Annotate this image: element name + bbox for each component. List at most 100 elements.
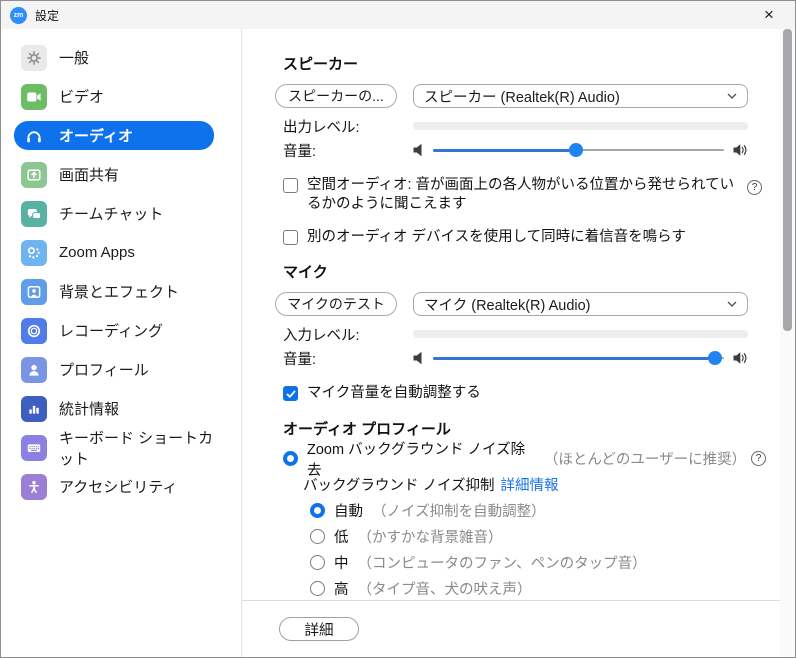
mic-test-button[interactable]: マイクのテスト xyxy=(275,292,397,316)
noise-removal-help-icon[interactable] xyxy=(751,451,766,466)
sidebar-item-general[interactable]: 一般 xyxy=(14,43,214,72)
zoom-apps-icon xyxy=(21,240,47,266)
mic-device-row: マイクのテスト マイク (Realtek(R) Audio) xyxy=(275,292,748,316)
suppression-level-medium: 中 （コンピュータのファン、ペンのタップ音） xyxy=(310,553,766,573)
mic-heading: マイク xyxy=(283,261,766,282)
keyboard-icon xyxy=(21,435,47,461)
video-camera-icon xyxy=(21,84,47,110)
sidebar-item-label: プロフィール xyxy=(59,359,149,380)
speaker-device-dropdown[interactable]: スピーカー (Realtek(R) Audio) xyxy=(413,84,748,108)
mic-device-value: マイク (Realtek(R) Audio) xyxy=(424,294,591,315)
mic-auto-adjust-label: マイク音量を自動調整する xyxy=(307,384,762,403)
footer-bar: 詳細 xyxy=(242,600,780,657)
mic-device-dropdown[interactable]: マイク (Realtek(R) Audio) xyxy=(413,292,748,316)
vertical-scrollbar[interactable] xyxy=(780,29,795,657)
sidebar-item-screen-share[interactable]: 画面共有 xyxy=(14,160,214,189)
sidebar-item-recording[interactable]: レコーディング xyxy=(14,316,214,345)
mic-auto-adjust-checkbox[interactable] xyxy=(283,386,298,401)
sidebar-item-keyboard-shortcuts[interactable]: キーボード ショートカット xyxy=(14,433,214,462)
speaker-device-value: スピーカー (Realtek(R) Audio) xyxy=(424,86,620,107)
sidebar-item-label: 画面共有 xyxy=(59,164,119,185)
mic-auto-adjust-option: マイク音量を自動調整する xyxy=(283,384,762,403)
mic-volume-thumb[interactable] xyxy=(708,351,722,365)
level-low-label: 低 xyxy=(334,526,349,547)
noise-removal-radio[interactable] xyxy=(283,451,298,466)
level-low-radio[interactable] xyxy=(310,529,325,544)
spatial-audio-checkbox[interactable] xyxy=(283,178,298,193)
speaker-volume-thumb[interactable] xyxy=(569,143,583,157)
speaker-loud-icon xyxy=(733,143,748,157)
separate-ringtone-option: 別のオーディオ デバイスを使用して同時に着信音を鳴らす xyxy=(283,228,762,247)
accessibility-icon xyxy=(21,474,47,500)
spatial-audio-help-icon[interactable] xyxy=(747,180,762,195)
noise-suppression-row: バックグラウンド ノイズ抑制 詳細情報 xyxy=(303,475,766,495)
speaker-volume-slider xyxy=(413,142,748,158)
statistics-icon xyxy=(21,396,47,422)
close-icon[interactable]: × xyxy=(752,1,786,29)
level-high-radio[interactable] xyxy=(310,581,325,596)
level-medium-desc: （コンピュータのファン、ペンのタップ音） xyxy=(358,552,647,573)
noise-removal-note: （ほとんどのユーザーに推奨） xyxy=(544,448,742,469)
sidebar-item-background-effects[interactable]: 背景とエフェクト xyxy=(14,277,214,306)
output-level-meter xyxy=(413,122,748,130)
separate-ringtone-label: 別のオーディオ デバイスを使用して同時に着信音を鳴らす xyxy=(307,228,762,247)
sidebar-item-label: 背景とエフェクト xyxy=(59,281,179,302)
scrollbar-thumb[interactable] xyxy=(783,29,792,331)
speaker-low-icon xyxy=(413,351,424,365)
gear-icon xyxy=(21,45,47,71)
main-area: 一般 ビデオ オーディオ 画面共有 xyxy=(1,29,795,657)
noise-removal-option: Zoom バックグラウンド ノイズ除去 （ほとんどのユーザーに推奨） xyxy=(283,449,766,469)
noise-suppression-label: バックグラウンド ノイズ抑制 xyxy=(303,474,495,495)
output-level-row: 出力レベル: xyxy=(283,118,748,134)
sidebar-item-label: Zoom Apps xyxy=(59,244,135,261)
sidebar-item-audio[interactable]: オーディオ xyxy=(14,121,214,150)
settings-sidebar: 一般 ビデオ オーディオ 画面共有 xyxy=(1,29,242,657)
settings-window: zm 設定 × 一般 ビデオ オーディオ xyxy=(0,0,796,658)
level-high-desc: （タイプ音、犬の吠え声） xyxy=(358,578,532,599)
settings-scroll-area: スピーカー スピーカーの... スピーカー (Realtek(R) Audio)… xyxy=(242,29,780,600)
level-medium-label: 中 xyxy=(334,552,349,573)
sidebar-item-label: 一般 xyxy=(59,47,89,68)
sidebar-item-label: アクセシビリティ xyxy=(59,476,177,497)
sidebar-item-zoom-apps[interactable]: Zoom Apps xyxy=(14,238,214,267)
level-auto-label: 自動 xyxy=(334,500,363,521)
input-level-row: 入力レベル: xyxy=(283,326,748,342)
title-bar: zm 設定 × xyxy=(1,1,795,29)
recording-icon xyxy=(21,318,47,344)
team-chat-icon xyxy=(21,201,47,227)
window-title: 設定 xyxy=(35,7,59,24)
sidebar-item-team-chat[interactable]: チームチャット xyxy=(14,199,214,228)
background-effects-icon xyxy=(21,279,47,305)
mic-volume-slider xyxy=(413,350,748,366)
level-auto-desc: （ノイズ抑制を自動調整） xyxy=(372,500,546,521)
profile-icon xyxy=(21,357,47,383)
suppression-level-high: 高 （タイプ音、犬の吠え声） xyxy=(310,579,766,599)
sidebar-item-label: キーボード ショートカット xyxy=(59,427,214,469)
sidebar-item-label: レコーディング xyxy=(59,320,163,341)
separate-ringtone-checkbox[interactable] xyxy=(283,230,298,245)
advanced-button[interactable]: 詳細 xyxy=(279,617,359,641)
speaker-volume-track[interactable] xyxy=(433,142,724,158)
sidebar-item-profile[interactable]: プロフィール xyxy=(14,355,214,384)
zoom-logo-icon: zm xyxy=(10,7,27,24)
speaker-heading: スピーカー xyxy=(283,53,766,74)
screen-share-icon xyxy=(21,162,47,188)
chevron-down-icon xyxy=(727,93,737,99)
headphones-icon xyxy=(21,123,47,149)
mic-volume-track[interactable] xyxy=(433,350,724,366)
spatial-audio-option: 空間オーディオ: 音が画面上の各人物がいる位置から発せられているかのように聞こえ… xyxy=(283,176,762,214)
level-auto-radio[interactable] xyxy=(310,503,325,518)
sidebar-item-accessibility[interactable]: アクセシビリティ xyxy=(14,472,214,501)
spatial-audio-label: 空間オーディオ: 音が画面上の各人物がいる位置から発せられているかのように聞こえ… xyxy=(307,176,738,214)
sidebar-item-video[interactable]: ビデオ xyxy=(14,82,214,111)
mic-volume-row: 音量: xyxy=(283,350,748,366)
learn-more-link[interactable]: 詳細情報 xyxy=(501,474,559,495)
level-medium-radio[interactable] xyxy=(310,555,325,570)
speaker-loud-icon xyxy=(733,351,748,365)
audio-profile-heading: オーディオ プロフィール xyxy=(283,418,766,439)
output-level-label: 出力レベル: xyxy=(283,116,413,137)
sidebar-item-statistics[interactable]: 統計情報 xyxy=(14,394,214,423)
speaker-test-button[interactable]: スピーカーの... xyxy=(275,84,397,108)
speaker-low-icon xyxy=(413,143,424,157)
input-level-label: 入力レベル: xyxy=(283,324,413,345)
